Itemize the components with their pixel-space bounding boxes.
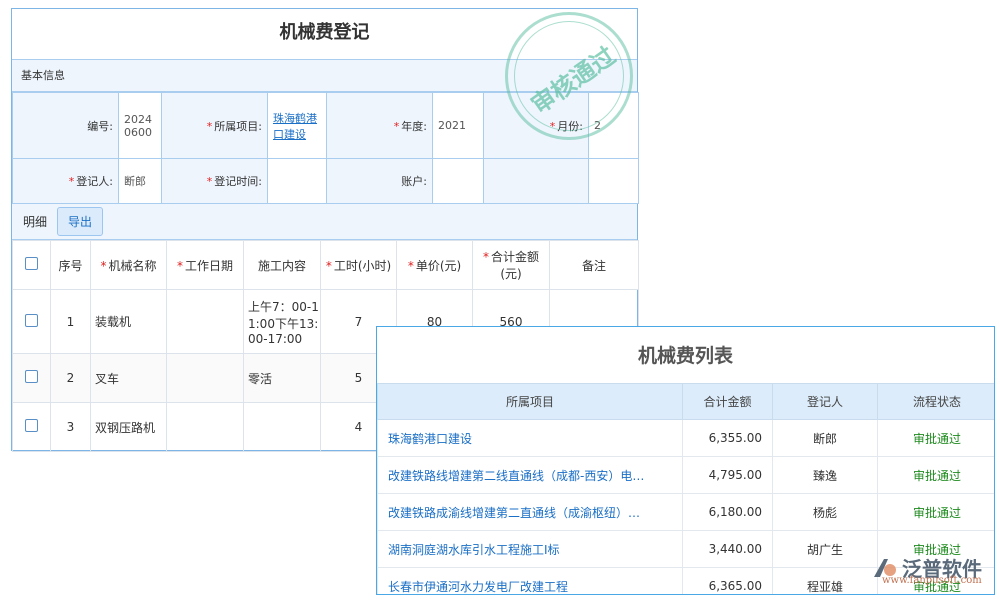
approved-stamp: 审核通过 xyxy=(505,12,633,140)
col-total: 合计金额(元) xyxy=(491,250,539,281)
registrant-value: 断郎 xyxy=(119,159,162,204)
code-label: 编号: xyxy=(13,93,119,159)
col-status: 流程状态 xyxy=(878,384,996,420)
project-link[interactable]: 改建铁路成渝线增建第二直通线（成渝枢纽）… xyxy=(378,494,683,531)
amount: 3,440.00 xyxy=(683,531,773,568)
list-row[interactable]: 珠海鹤港口建设6,355.00断郎审批通过 xyxy=(378,420,996,457)
col-note: 备注 xyxy=(550,241,639,290)
project-link[interactable]: 珠海鹤港口建设 xyxy=(378,420,683,457)
person: 臻逸 xyxy=(773,457,878,494)
project-link[interactable]: 珠海鹤港口建设 xyxy=(273,112,317,141)
project-label: 所属项目: xyxy=(214,120,262,133)
col-hours: 工时(小时) xyxy=(334,259,391,273)
year-value: 2021 xyxy=(433,93,484,159)
time-value[interactable] xyxy=(268,159,327,204)
row-date[interactable] xyxy=(167,403,244,452)
logo-url: www.fanpusoft.com xyxy=(882,575,982,586)
account-value[interactable] xyxy=(433,159,484,204)
person: 断郎 xyxy=(773,420,878,457)
status: 审批通过 xyxy=(878,494,996,531)
col-content: 施工内容 xyxy=(244,241,321,290)
row-checkbox[interactable] xyxy=(25,314,38,327)
row-content[interactable]: 上午7：00-11:00下午13:00-17:00 xyxy=(244,290,321,354)
row-machine: 叉车 xyxy=(91,354,167,403)
row-no: 1 xyxy=(51,290,91,354)
col-project: 所属项目 xyxy=(378,384,683,420)
row-machine: 装载机 xyxy=(91,290,167,354)
row-date[interactable] xyxy=(167,354,244,403)
row-machine: 双钢压路机 xyxy=(91,403,167,452)
person: 程亚雄 xyxy=(773,568,878,596)
list-row[interactable]: 改建铁路线增建第二线直通线（成都-西安）电…4,795.00臻逸审批通过 xyxy=(378,457,996,494)
detail-label: 明细 xyxy=(23,213,47,230)
person: 胡广生 xyxy=(773,531,878,568)
person: 杨彪 xyxy=(773,494,878,531)
detail-bar: 明细 导出 xyxy=(12,204,637,240)
col-person: 登记人 xyxy=(773,384,878,420)
list-title: 机械费列表 xyxy=(377,327,994,383)
row-no: 2 xyxy=(51,354,91,403)
row-content[interactable]: 零活 xyxy=(244,354,321,403)
registrant-label: 登记人: xyxy=(76,175,113,188)
col-date: 工作日期 xyxy=(185,259,233,273)
amount: 4,795.00 xyxy=(683,457,773,494)
time-label: 登记时间: xyxy=(214,175,262,188)
project-link[interactable]: 长春市伊通河水力发电厂改建工程 xyxy=(378,568,683,596)
amount: 6,180.00 xyxy=(683,494,773,531)
row-content[interactable] xyxy=(244,403,321,452)
row-checkbox[interactable] xyxy=(25,419,38,432)
list-row[interactable]: 改建铁路成渝线增建第二直通线（成渝枢纽）…6,180.00杨彪审批通过 xyxy=(378,494,996,531)
account-label: 账户: xyxy=(327,159,433,204)
fanpu-logo: 泛普软件 www.fanpusoft.com xyxy=(872,553,982,582)
col-no: 序号 xyxy=(51,241,91,290)
select-all-checkbox[interactable] xyxy=(25,257,38,270)
row-date[interactable] xyxy=(167,290,244,354)
status: 审批通过 xyxy=(878,420,996,457)
project-link[interactable]: 改建铁路线增建第二线直通线（成都-西安）电… xyxy=(378,457,683,494)
year-label: 年度: xyxy=(401,120,427,133)
export-button[interactable]: 导出 xyxy=(57,207,103,236)
project-link[interactable]: 湖南洞庭湖水库引水工程施工Ⅰ标 xyxy=(378,531,683,568)
code-value: 20240600 xyxy=(119,93,162,159)
col-machine: 机械名称 xyxy=(108,259,156,273)
col-price: 单价(元) xyxy=(416,259,461,273)
row-checkbox[interactable] xyxy=(25,370,38,383)
amount: 6,355.00 xyxy=(683,420,773,457)
row-no: 3 xyxy=(51,403,91,452)
status: 审批通过 xyxy=(878,457,996,494)
col-amount: 合计金额 xyxy=(683,384,773,420)
amount: 6,365.00 xyxy=(683,568,773,596)
